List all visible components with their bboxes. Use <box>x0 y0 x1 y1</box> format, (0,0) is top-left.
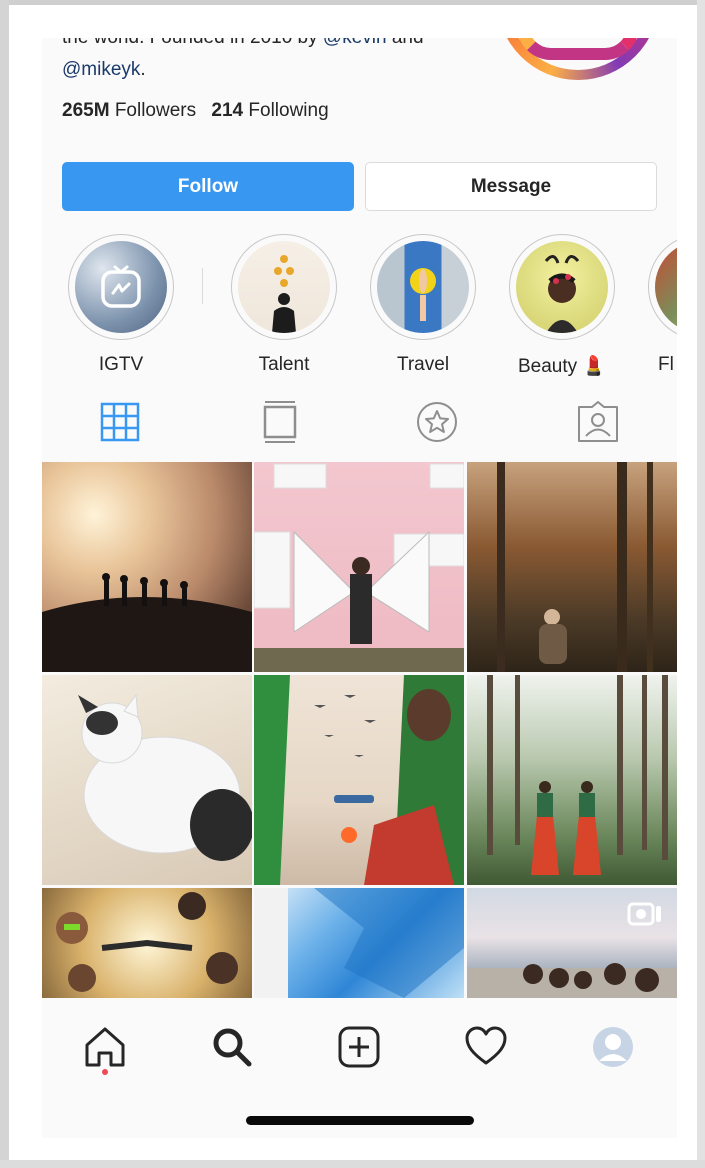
nav-create[interactable] <box>334 1022 384 1072</box>
bio-text: the world. Founded in 2010 by <box>62 38 323 48</box>
mention-kevin-link[interactable]: @kevin <box>323 38 387 48</box>
nav-activity[interactable] <box>461 1022 511 1072</box>
followers-label: Followers <box>114 100 197 121</box>
tab-tagged[interactable] <box>574 398 622 446</box>
story-highlights: IGTV Talent Travel Beauty 💄 Fl <box>42 234 677 377</box>
tab-igtv[interactable] <box>256 398 304 446</box>
notification-dot <box>102 1069 108 1075</box>
grid-post-silhouettes[interactable] <box>42 462 252 672</box>
tab-grid[interactable] <box>96 398 144 446</box>
highlight-label: Talent <box>258 354 310 375</box>
travel-highlight-cover <box>377 241 469 333</box>
tab-featured[interactable] <box>413 398 461 446</box>
profile-screen: the world. Founded in 2010 by @kevin and… <box>42 38 677 1138</box>
highlight-travel[interactable]: Travel <box>368 234 478 376</box>
tagged-icon <box>578 401 618 442</box>
window-frame-left <box>0 0 9 1168</box>
bottom-navigation <box>42 998 677 1138</box>
highlight-divider <box>202 268 203 304</box>
grid-post-group-hands[interactable] <box>42 888 252 998</box>
following-count: 214 <box>211 100 244 121</box>
grid-post-cat[interactable] <box>42 675 252 885</box>
video-icon <box>627 902 661 926</box>
search-icon <box>213 1028 252 1067</box>
igtv-highlight-cover <box>75 241 167 333</box>
profile-tabs <box>42 398 677 448</box>
following-link[interactable]: 214 Following <box>211 100 328 121</box>
highlight-label: Fl <box>658 354 674 375</box>
grid-post-beach-group[interactable] <box>467 888 677 998</box>
star-badge-icon <box>417 402 457 442</box>
tv-icon <box>101 265 141 308</box>
highlight-label: IGTV <box>98 354 144 375</box>
grid-post-autumn-forest[interactable] <box>467 462 677 672</box>
window-frame-right <box>697 0 705 1168</box>
igtv-tab-icon <box>263 401 297 443</box>
followers-link[interactable]: 265M Followers <box>62 100 196 121</box>
grid-post-birds-festival[interactable] <box>254 675 464 885</box>
highlight-partial[interactable]: Fl <box>646 234 677 376</box>
grid-post-forest-couple[interactable] <box>467 675 677 885</box>
profile-bio: the world. Founded in 2010 by @kevin and… <box>62 38 482 86</box>
nav-profile[interactable] <box>588 1022 638 1072</box>
nav-home[interactable] <box>80 1022 130 1072</box>
grid-icon <box>100 402 140 442</box>
bio-text-and: and <box>387 38 424 48</box>
partial-highlight-cover <box>655 241 677 333</box>
grid-post-pink-building[interactable] <box>254 462 464 672</box>
highlight-beauty[interactable]: Beauty 💄 <box>507 234 617 378</box>
home-indicator[interactable] <box>246 1116 474 1125</box>
followers-count: 265M <box>62 100 110 121</box>
talent-highlight-cover <box>238 241 330 333</box>
beauty-highlight-cover <box>516 241 608 333</box>
profile-icon <box>593 1027 633 1067</box>
add-post-icon <box>338 1026 380 1068</box>
profile-counts: 265M Followers 214 Following <box>62 100 329 122</box>
bio-period: . <box>140 59 146 80</box>
home-icon <box>85 1027 125 1067</box>
photo-grid <box>42 462 677 998</box>
message-button[interactable]: Message <box>365 162 657 211</box>
grid-post-ice[interactable] <box>254 888 464 998</box>
highlight-talent[interactable]: Talent <box>229 234 339 376</box>
highlight-igtv[interactable]: IGTV <box>66 234 176 376</box>
following-label: Following <box>248 100 329 121</box>
highlight-label: Beauty 💄 <box>517 356 607 377</box>
mention-mikeyk-link[interactable]: @mikeyk <box>62 59 140 80</box>
highlight-label: Travel <box>396 354 450 375</box>
follow-button[interactable]: Follow <box>62 162 354 211</box>
window-frame-bottom <box>0 1160 705 1168</box>
heart-icon <box>465 1026 507 1065</box>
nav-search[interactable] <box>207 1022 257 1072</box>
window-frame-top <box>0 0 705 5</box>
